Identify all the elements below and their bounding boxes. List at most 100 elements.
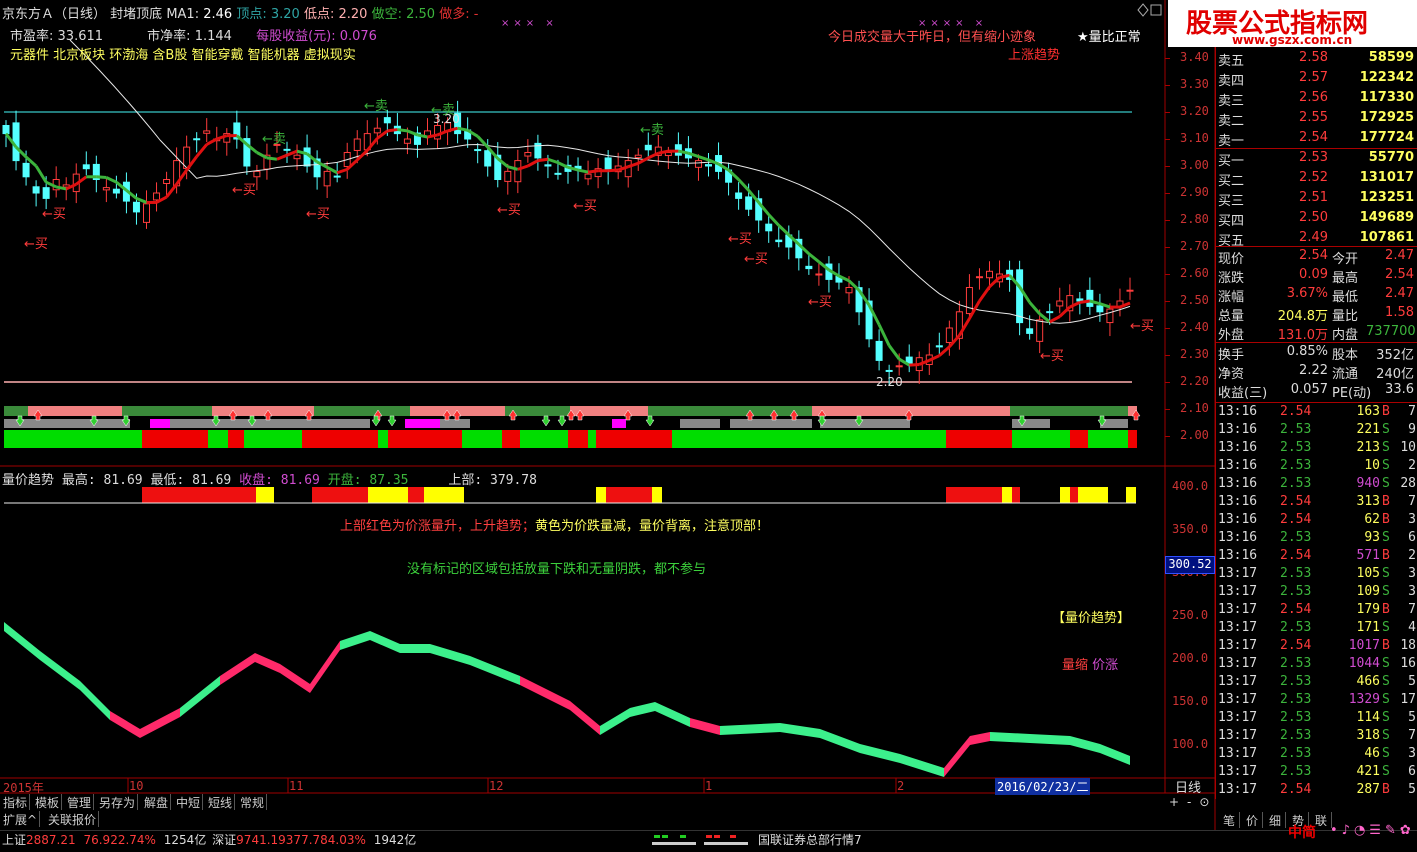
price-axis-tick (1165, 382, 1170, 383)
signal-marks: ××× × (501, 18, 558, 29)
wave-segment (220, 653, 255, 685)
ime-toolbar-icons[interactable]: •♪◔☰✎✿ (1330, 823, 1415, 838)
tick-row[interactable]: 13:16 2.53 221 S 9 (1216, 421, 1417, 439)
candle-body (644, 144, 652, 151)
side-tab-2[interactable]: 细 (1265, 812, 1286, 828)
strip-segment (680, 419, 720, 428)
tab2-1[interactable]: 关联报价 (46, 811, 100, 827)
stat-row-cell: 总量 (1218, 309, 1245, 324)
buy-signal: ←买 (808, 295, 832, 310)
stat-row[interactable]: 现价 2.54 今开 2.47 (1216, 247, 1417, 267)
tick-row[interactable]: 13:17 2.53 1329 S 17 (1216, 691, 1417, 709)
tick-row[interactable]: 13:17 2.53 318 S 7 (1216, 727, 1417, 745)
trend-bar (142, 487, 256, 503)
ask-row[interactable]: 卖四 2.57 122342 (1216, 69, 1417, 89)
ask-row[interactable]: 卖三 2.56 117330 (1216, 89, 1417, 109)
price-axis-label: 3.00 (1180, 158, 1209, 172)
sector-tags[interactable]: 元器件 北京板块 环渤海 含B股 智能穿戴 智能机器 虚拟现实 (10, 44, 356, 63)
tick-row[interactable]: 13:17 2.53 1044 S 16 (1216, 655, 1417, 673)
candle-body (815, 273, 823, 276)
tab-5[interactable]: 中短 (174, 794, 204, 810)
stat2-row[interactable]: 净资 2.22 流通 240亿 (1216, 362, 1417, 382)
period-label[interactable]: 日线 (1175, 777, 1201, 796)
stat2-row[interactable]: 换手 0.85% 股本 352亿 (1216, 343, 1417, 363)
candle-body (524, 152, 532, 157)
ask-row[interactable]: 卖二 2.55 172925 (1216, 109, 1417, 129)
wave-segment (780, 723, 820, 738)
stat2-row[interactable]: 收益(三) 0.057 PE(动) 33.6 (1216, 381, 1417, 401)
sz-change: 377.78 (285, 833, 328, 847)
price-axis-tick (1165, 85, 1170, 86)
strip-segment (4, 430, 142, 448)
bid-row[interactable]: 买四 2.50 149689 (1216, 209, 1417, 229)
lp-upper-label: 上部: (448, 473, 483, 488)
bid-row[interactable]: 买二 2.52 131017 (1216, 169, 1417, 189)
mini-bars-icon[interactable] (650, 833, 750, 848)
bid-row[interactable]: 买三 2.51 123251 (1216, 189, 1417, 209)
tick-row[interactable]: 13:16 2.54 571 B 2 (1216, 547, 1417, 565)
tab-7[interactable]: 常规 (238, 794, 268, 810)
long-ma-line (69, 39, 1131, 324)
side-tab-0[interactable]: 笔 (1219, 812, 1240, 828)
tick-cell: 13:16 (1218, 530, 1258, 545)
down-arrow-icon (387, 415, 397, 427)
tick-row[interactable]: 13:17 2.54 287 B 5 (1216, 781, 1417, 799)
stat-row[interactable]: 总量 204.8万 量比 1.58 (1216, 304, 1417, 324)
tick-row[interactable]: 13:17 2.53 109 S 3 (1216, 583, 1417, 601)
tick-row[interactable]: 13:17 2.53 105 S 3 (1216, 565, 1417, 583)
tab2-0[interactable]: 扩展^ (1, 811, 41, 827)
tab-6[interactable]: 短线 (206, 794, 236, 810)
wave-segment (520, 676, 570, 710)
tab-4[interactable]: 解盘 (142, 794, 172, 810)
status-sh: 上证2887.21 76.922.74% 1254亿 深证9741.19377.… (2, 831, 416, 848)
tick-row[interactable]: 13:16 2.54 313 B 7 (1216, 493, 1417, 511)
tab-2[interactable]: 管理 (65, 794, 95, 810)
strip-segment (405, 419, 440, 428)
wave-segment (430, 644, 470, 665)
tick-row[interactable]: 13:16 2.54 62 B 3 (1216, 511, 1417, 529)
stat-row[interactable]: 外盘 131.0万 内盘 737700 (1216, 323, 1417, 343)
strip-segment (812, 406, 848, 416)
stat-row[interactable]: 涨跌 0.09 最高 2.54 (1216, 266, 1417, 286)
stat-row-cell: 2.54 (1299, 248, 1328, 263)
stat-row[interactable]: 涨幅 3.67% 最低 2.47 (1216, 285, 1417, 305)
legend-volume-shrink: 量缩 (1062, 658, 1089, 673)
tab-1[interactable]: 模板 (33, 794, 63, 810)
watermark-url: www.gszx.com.cn (1232, 33, 1353, 47)
tick-cell: 18 (1400, 638, 1416, 653)
strip-segment (388, 430, 462, 448)
trend-bar (596, 487, 606, 503)
tab-0[interactable]: 指标 (1, 794, 31, 810)
legend-price-rise: 价涨 (1092, 658, 1119, 673)
tick-row[interactable]: 13:17 2.53 46 S 3 (1216, 745, 1417, 763)
x-label-oct: 10 (129, 779, 144, 793)
tab-3[interactable]: 另存为 (97, 794, 139, 810)
ask-row[interactable]: 卖一 2.54 177724 (1216, 129, 1417, 149)
tick-row[interactable]: 13:17 2.53 466 S 5 (1216, 673, 1417, 691)
tick-row[interactable]: 13:17 2.54 179 B 7 (1216, 601, 1417, 619)
bid-row[interactable]: 买一 2.53 55770 (1216, 149, 1417, 169)
tick-row[interactable]: 13:16 2.54 163 B 7 (1216, 403, 1417, 421)
tick-cell: 17 (1400, 692, 1416, 707)
tick-row[interactable]: 13:17 2.54 1017 B 18 (1216, 637, 1417, 655)
ask-row-cell: 卖四 (1218, 74, 1245, 89)
side-tab-1[interactable]: 价 (1242, 812, 1263, 828)
price-axis-tick (1165, 409, 1170, 410)
tick-row[interactable]: 13:16 2.53 940 S 28 (1216, 475, 1417, 493)
ask-row-cell: 卖一 (1218, 134, 1245, 149)
ime-logo[interactable]: 中简 (1288, 822, 1316, 842)
tick-row[interactable]: 13:16 2.53 93 S 6 (1216, 529, 1417, 547)
x-label-nov: 11 (289, 779, 304, 793)
ask-row[interactable]: 卖五 2.58 58599 (1216, 49, 1417, 69)
eps-label: 每股收益(元): (256, 29, 336, 44)
tick-row[interactable]: 13:17 2.53 421 S 6 (1216, 763, 1417, 781)
candle-body (143, 203, 150, 223)
zoom-controls[interactable]: +-⊙ (1169, 795, 1217, 809)
tick-row[interactable]: 13:16 2.53 213 S 10 (1216, 439, 1417, 457)
tick-cell: S (1382, 692, 1390, 707)
tick-row[interactable]: 13:16 2.53 10 S 2 (1216, 457, 1417, 475)
tick-row[interactable]: 13:17 2.53 114 S 5 (1216, 709, 1417, 727)
candlesticks (2, 100, 1134, 385)
chart-canvas[interactable] (0, 0, 1417, 850)
tick-row[interactable]: 13:17 2.53 171 S 4 (1216, 619, 1417, 637)
